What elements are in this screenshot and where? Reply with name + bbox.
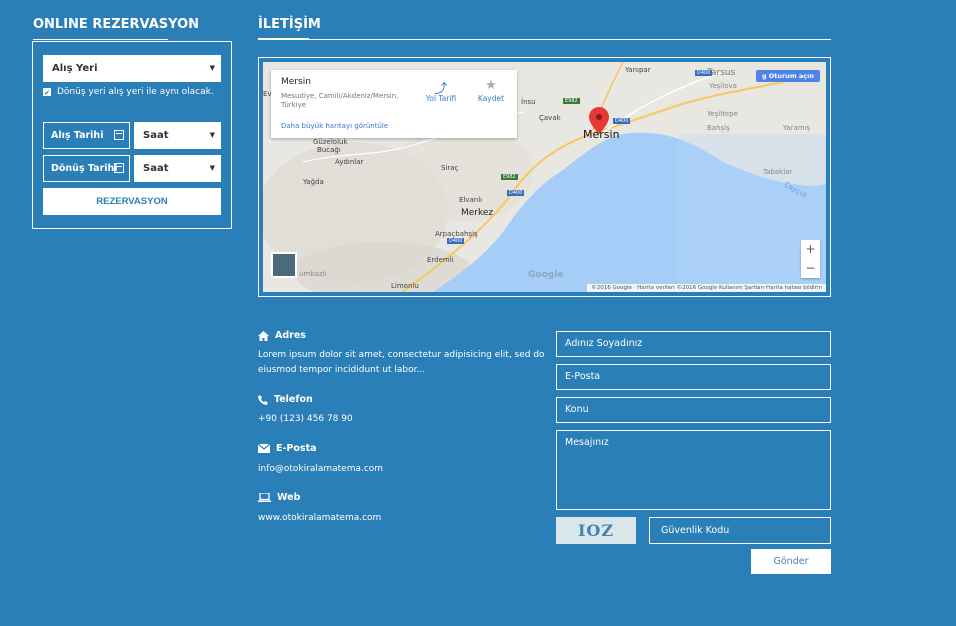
bigger-map-link[interactable]: Daha büyük haritayı görüntüle	[281, 122, 388, 130]
map-label: Siraç	[441, 164, 459, 172]
phone-icon	[258, 394, 268, 405]
road-shield: E982	[501, 174, 518, 180]
map-label: Aydınlar	[335, 158, 364, 166]
save-place-label: Kaydet	[477, 94, 505, 103]
subject-input[interactable]: Konu	[556, 397, 831, 423]
satellite-toggle[interactable]	[271, 252, 297, 278]
calendar-icon	[114, 130, 124, 140]
name-input[interactable]: Adınız Soyadınız	[556, 331, 831, 357]
security-code-input[interactable]: Güvenlik Kodu	[649, 517, 831, 544]
contact-title-accent	[258, 38, 309, 40]
save-place-button[interactable]: ★ Kaydet	[471, 78, 511, 103]
directions-button[interactable]: ⤴ Yol Tarifi	[421, 78, 461, 103]
phone-text: +90 (123) 456 78 90	[258, 414, 353, 424]
google-plus-icon: g	[761, 72, 769, 80]
road-shield: D400	[695, 70, 713, 76]
send-button[interactable]: Gönder	[751, 549, 831, 574]
home-icon	[258, 330, 269, 341]
map-attribution: ©2016 Google · Harita verileri ©2016 Goo…	[587, 284, 826, 292]
map-label: Tabaklar	[763, 168, 793, 176]
envelope-icon	[258, 444, 270, 453]
map-zoom-control: + −	[801, 240, 820, 278]
map-label: İnsu	[521, 98, 536, 106]
map-place-name: Mersin	[281, 77, 311, 87]
map-label: Bahşiş	[707, 124, 730, 132]
contact-title: İLETİŞİM	[258, 17, 321, 32]
return-date-field[interactable]: Dönüş Tarihi	[43, 155, 130, 182]
pickup-location-value: Alış Yeri	[52, 63, 98, 74]
google-logo: Google	[528, 270, 564, 280]
road-shield: E982	[563, 98, 580, 104]
web-text: www.otokiralamatema.com	[258, 513, 382, 523]
pickup-time-value: Saat	[143, 130, 169, 141]
directions-icon: ⤴	[434, 82, 448, 97]
map-label: Yağda	[303, 178, 324, 186]
map-label: Güzeloluk	[313, 138, 348, 146]
map-label: umbazlı	[299, 270, 327, 278]
road-shield: D400	[447, 238, 465, 244]
email-heading: E-Posta	[258, 443, 317, 454]
web-heading: Web	[258, 492, 300, 503]
map-label: Yeşilova	[709, 82, 737, 90]
captcha-image: IOZ	[556, 517, 636, 544]
map-label: Merkez	[461, 208, 494, 218]
return-time-value: Saat	[143, 163, 169, 174]
map-place-address: Mesudiye, Camili/Akdeniz/Mersin, Türkiye	[281, 92, 399, 109]
zoom-in-button[interactable]: +	[801, 240, 820, 259]
star-icon: ★	[485, 78, 497, 93]
pickup-location-select[interactable]: Alış Yeri ▼	[43, 55, 221, 82]
return-date-label: Dönüş Tarihi	[51, 163, 118, 174]
phone-title: Telefon	[274, 394, 313, 405]
map-label: Yaramış	[783, 124, 811, 132]
same-location-checkbox[interactable]: ✔	[43, 88, 51, 97]
road-shield: D400	[613, 118, 631, 124]
google-map[interactable]: Yanıpar Tarsus Yeşilova Yeşiltepe Bahşiş…	[263, 62, 826, 292]
chevron-down-icon: ▼	[209, 131, 215, 139]
map-label: Limonlu	[391, 282, 419, 290]
laptop-icon	[258, 493, 271, 502]
pickup-date-field[interactable]: Alış Tarihi	[43, 122, 130, 149]
reservation-submit-button[interactable]: REZERVASYON	[43, 188, 221, 215]
phone-heading: Telefon	[258, 394, 313, 405]
map-frame: Yanıpar Tarsus Yeşilova Yeşiltepe Bahşiş…	[258, 57, 831, 297]
message-textarea[interactable]: Mesajınız	[556, 430, 831, 510]
address-title: Adres	[275, 330, 306, 341]
map-label: Erdemli	[427, 256, 454, 264]
return-time-select[interactable]: Saat ▼	[134, 155, 221, 182]
pickup-date-label: Alış Tarihi	[51, 130, 104, 141]
map-label: Elvanlı	[459, 196, 483, 204]
web-title: Web	[277, 492, 301, 503]
map-signin-button[interactable]: g Oturum açın	[755, 70, 820, 82]
chevron-down-icon: ▼	[209, 64, 215, 72]
map-info-card: Mersin Mesudiye, Camili/Akdeniz/Mersin, …	[271, 70, 517, 138]
email-input[interactable]: E-Posta	[556, 364, 831, 390]
contact-title-divider	[258, 39, 831, 40]
map-signin-label: Oturum açın	[768, 72, 814, 80]
calendar-icon	[114, 163, 124, 173]
map-label: Çavak	[539, 114, 561, 122]
map-label: Arpaçbahşiş	[435, 230, 478, 238]
map-label: Bucağı	[317, 146, 341, 154]
pickup-time-select[interactable]: Saat ▼	[134, 122, 221, 149]
map-label-mersin: Mersin	[583, 128, 620, 141]
map-label: Yeşiltepe	[707, 110, 738, 118]
road-shield: D400	[507, 190, 525, 196]
directions-label: Yol Tarifi	[425, 94, 457, 103]
reservation-title: ONLINE REZERVASYON	[33, 17, 200, 32]
address-heading: Adres	[258, 330, 306, 341]
email-title: E-Posta	[276, 443, 317, 454]
chevron-down-icon: ▼	[209, 164, 215, 172]
same-location-label: Dönüş yeri alış yeri ile aynı olacak.	[57, 87, 214, 97]
zoom-out-button[interactable]: −	[801, 259, 820, 278]
address-text: Lorem ipsum dolor sit amet, consectetur …	[258, 350, 545, 375]
reservation-title-underline	[33, 39, 168, 40]
map-label: Yanıpar	[625, 66, 651, 74]
email-text: info@otokiralamatema.com	[258, 464, 384, 474]
same-location-row[interactable]: ✔ Dönüş yeri alış yeri ile aynı olacak.	[43, 87, 214, 97]
